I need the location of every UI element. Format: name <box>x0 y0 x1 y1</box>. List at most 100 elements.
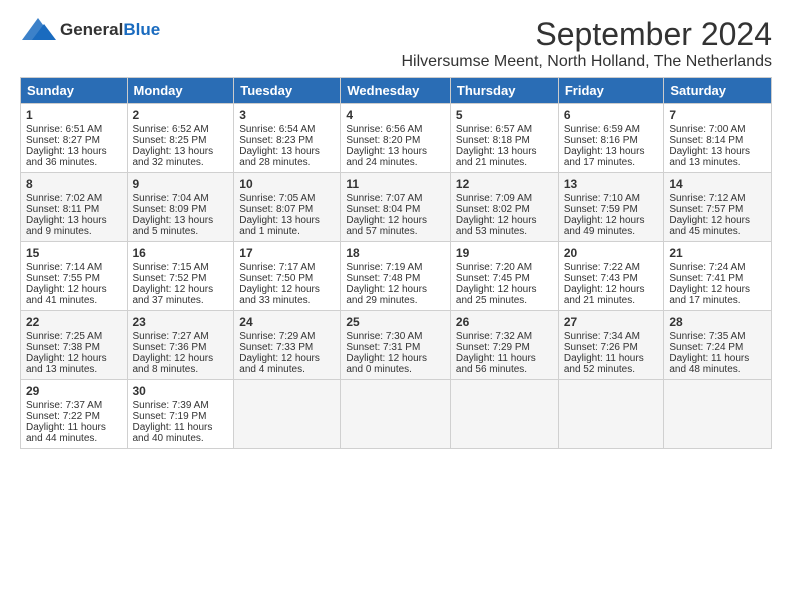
calendar-cell: 12Sunrise: 7:09 AMSunset: 8:02 PMDayligh… <box>450 173 558 242</box>
calendar-cell: 21Sunrise: 7:24 AMSunset: 7:41 PMDayligh… <box>664 242 772 311</box>
col-wednesday: Wednesday <box>341 78 451 104</box>
calendar-cell: 5 Sunrise: 6:57 AMSunset: 8:18 PMDaylight… <box>450 104 558 173</box>
sunrise-text: Sunrise: 7:19 AM <box>346 262 422 273</box>
day-number: 15 <box>26 246 122 260</box>
sunset-text: Sunset: 8:04 PM <box>346 204 420 215</box>
day-number: 22 <box>26 315 122 329</box>
day-number: 13 <box>564 177 659 191</box>
daylight-text: Daylight: 11 hours and 40 minutes. <box>133 422 213 444</box>
daylight-text: Daylight: 13 hours and 13 minutes. <box>669 146 750 168</box>
sunset-text: Sunset: 7:24 PM <box>669 342 743 353</box>
calendar-week-row: 22Sunrise: 7:25 AMSunset: 7:38 PMDayligh… <box>21 311 772 380</box>
daylight-text: Daylight: 12 hours and 13 minutes. <box>26 353 107 375</box>
daylight-text: Daylight: 11 hours and 44 minutes. <box>26 422 106 444</box>
sunrise-text: Sunrise: 7:14 AM <box>26 262 102 273</box>
calendar-cell: 1Sunrise: 6:51 AMSunset: 8:27 PMDaylight… <box>21 104 128 173</box>
day-number: 5 <box>456 108 553 122</box>
daylight-text: Daylight: 12 hours and 41 minutes. <box>26 284 107 306</box>
sunset-text: Sunset: 8:18 PM <box>456 135 530 146</box>
sunset-text: Sunset: 7:57 PM <box>669 204 743 215</box>
sunrise-text: Sunrise: 7:02 AM <box>26 193 102 204</box>
calendar-cell: 14Sunrise: 7:12 AMSunset: 7:57 PMDayligh… <box>664 173 772 242</box>
daylight-text: Daylight: 12 hours and 45 minutes. <box>669 215 750 237</box>
page: General Blue September 2024 Hilversumse … <box>0 0 792 459</box>
day-number: 23 <box>133 315 229 329</box>
day-number: 17 <box>239 246 335 260</box>
header: General Blue September 2024 Hilversumse … <box>20 16 772 71</box>
sunrise-text: Sunrise: 7:29 AM <box>239 331 315 342</box>
sunset-text: Sunset: 8:02 PM <box>456 204 530 215</box>
calendar-cell: 29Sunrise: 7:37 AMSunset: 7:22 PMDayligh… <box>21 380 128 449</box>
sunrise-text: Sunrise: 6:59 AM <box>564 124 640 135</box>
day-number: 7 <box>669 108 766 122</box>
daylight-text: Daylight: 13 hours and 21 minutes. <box>456 146 537 168</box>
sunset-text: Sunset: 7:19 PM <box>133 411 207 422</box>
calendar-cell: 25Sunrise: 7:30 AMSunset: 7:31 PMDayligh… <box>341 311 451 380</box>
sunset-text: Sunset: 7:50 PM <box>239 273 313 284</box>
sunrise-text: Sunrise: 6:54 AM <box>239 124 315 135</box>
sunset-text: Sunset: 7:38 PM <box>26 342 100 353</box>
sunrise-text: Sunrise: 7:07 AM <box>346 193 422 204</box>
sunrise-text: Sunrise: 7:32 AM <box>456 331 532 342</box>
sunrise-text: Sunrise: 7:00 AM <box>669 124 745 135</box>
calendar-week-row: 8Sunrise: 7:02 AMSunset: 8:11 PMDaylight… <box>21 173 772 242</box>
sunrise-text: Sunrise: 7:12 AM <box>669 193 745 204</box>
sunset-text: Sunset: 7:29 PM <box>456 342 530 353</box>
sunrise-text: Sunrise: 6:57 AM <box>456 124 532 135</box>
sunset-text: Sunset: 8:25 PM <box>133 135 207 146</box>
calendar-cell: 6Sunrise: 6:59 AMSunset: 8:16 PMDaylight… <box>558 104 664 173</box>
sunset-text: Sunset: 7:43 PM <box>564 273 638 284</box>
calendar-cell: 26Sunrise: 7:32 AMSunset: 7:29 PMDayligh… <box>450 311 558 380</box>
day-number: 9 <box>133 177 229 191</box>
sunset-text: Sunset: 7:31 PM <box>346 342 420 353</box>
daylight-text: Daylight: 12 hours and 49 minutes. <box>564 215 645 237</box>
day-number: 16 <box>133 246 229 260</box>
main-title: September 2024 <box>160 16 772 53</box>
col-saturday: Saturday <box>664 78 772 104</box>
sunset-text: Sunset: 7:52 PM <box>133 273 207 284</box>
calendar-cell: 24Sunrise: 7:29 AMSunset: 7:33 PMDayligh… <box>234 311 341 380</box>
day-number: 1 <box>26 108 122 122</box>
daylight-text: Daylight: 13 hours and 5 minutes. <box>133 215 214 237</box>
calendar-cell: 15Sunrise: 7:14 AMSunset: 7:55 PMDayligh… <box>21 242 128 311</box>
logo-blue: Blue <box>123 20 160 40</box>
calendar-cell: 19Sunrise: 7:20 AMSunset: 7:45 PMDayligh… <box>450 242 558 311</box>
sunrise-text: Sunrise: 7:04 AM <box>133 193 209 204</box>
calendar-cell <box>234 380 341 449</box>
sunrise-text: Sunrise: 7:05 AM <box>239 193 315 204</box>
calendar-cell: 3Sunrise: 6:54 AMSunset: 8:23 PMDaylight… <box>234 104 341 173</box>
sunrise-text: Sunrise: 7:10 AM <box>564 193 640 204</box>
calendar-cell: 27Sunrise: 7:34 AMSunset: 7:26 PMDayligh… <box>558 311 664 380</box>
calendar-cell <box>558 380 664 449</box>
col-sunday: Sunday <box>21 78 128 104</box>
day-number: 18 <box>346 246 445 260</box>
sunrise-text: Sunrise: 7:35 AM <box>669 331 745 342</box>
day-number: 24 <box>239 315 335 329</box>
day-number: 26 <box>456 315 553 329</box>
daylight-text: Daylight: 13 hours and 28 minutes. <box>239 146 320 168</box>
daylight-text: Daylight: 12 hours and 17 minutes. <box>669 284 750 306</box>
logo: General Blue <box>20 16 160 44</box>
calendar-cell: 7 Sunrise: 7:00 AMSunset: 8:14 PMDaylight… <box>664 104 772 173</box>
day-number: 29 <box>26 384 122 398</box>
sunset-text: Sunset: 7:22 PM <box>26 411 100 422</box>
sunrise-text: Sunrise: 7:09 AM <box>456 193 532 204</box>
sunset-text: Sunset: 7:59 PM <box>564 204 638 215</box>
sunset-text: Sunset: 7:45 PM <box>456 273 530 284</box>
daylight-text: Daylight: 12 hours and 25 minutes. <box>456 284 537 306</box>
sunset-text: Sunset: 8:14 PM <box>669 135 743 146</box>
sunrise-text: Sunrise: 6:56 AM <box>346 124 422 135</box>
sunrise-text: Sunrise: 7:30 AM <box>346 331 422 342</box>
daylight-text: Daylight: 12 hours and 57 minutes. <box>346 215 427 237</box>
col-friday: Friday <box>558 78 664 104</box>
calendar-cell: 8Sunrise: 7:02 AMSunset: 8:11 PMDaylight… <box>21 173 128 242</box>
sunset-text: Sunset: 7:33 PM <box>239 342 313 353</box>
day-number: 12 <box>456 177 553 191</box>
day-number: 30 <box>133 384 229 398</box>
daylight-text: Daylight: 12 hours and 37 minutes. <box>133 284 214 306</box>
sunrise-text: Sunrise: 6:51 AM <box>26 124 102 135</box>
calendar-week-row: 1Sunrise: 6:51 AMSunset: 8:27 PMDaylight… <box>21 104 772 173</box>
calendar-cell <box>450 380 558 449</box>
logo-general: General <box>60 20 123 40</box>
day-number: 11 <box>346 177 445 191</box>
